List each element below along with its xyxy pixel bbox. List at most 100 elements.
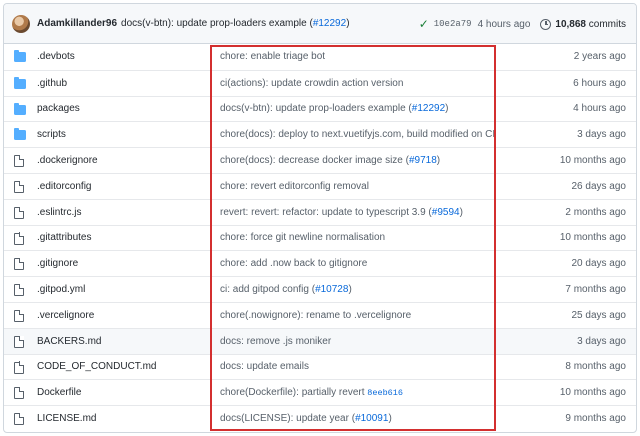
commit-count-link[interactable]: 10,868 commits: [555, 19, 626, 30]
file-commit-message: chore(docs): deploy to next.vuetifyjs.co…: [220, 129, 495, 140]
file-commit-message-link[interactable]: docs: remove .js moniker: [220, 336, 331, 347]
file-commit-message-suffix: ): [436, 155, 441, 167]
file-commit-message-link[interactable]: chore(docs): deploy to next.vuetifyjs.co…: [220, 129, 495, 140]
file-row[interactable]: .editorconfig chore: revert editorconfig …: [4, 172, 636, 199]
file-commit-time: 9 months ago: [565, 413, 626, 425]
file-commit-time: 8 months ago: [565, 361, 626, 373]
file-icon: [14, 206, 26, 219]
file-name-link[interactable]: CODE_OF_CONDUCT.md: [37, 361, 156, 372]
file-name-link[interactable]: Dockerfile: [37, 387, 81, 398]
file-icon: [14, 412, 26, 426]
history-icon[interactable]: [540, 18, 552, 30]
file-name-link[interactable]: LICENSE.md: [37, 413, 96, 424]
file-name-link[interactable]: scripts: [37, 129, 66, 140]
commits-label: commits: [588, 18, 626, 30]
file-name-link[interactable]: .vercelignore: [37, 310, 94, 321]
file-commit-message: docs: remove .js moniker: [220, 336, 331, 347]
file-commit-time: 2 months ago: [565, 206, 626, 218]
file-row[interactable]: .dockerignore chore(docs): decrease docke…: [4, 147, 636, 173]
file-icon: [14, 154, 26, 168]
commit-message-link[interactable]: docs(v-btn): update prop-loaders example…: [121, 18, 313, 29]
file-commit-message-link[interactable]: chore(Dockerfile): partially revert: [220, 387, 367, 398]
file-commit-message-link[interactable]: chore: revert editorconfig removal: [220, 181, 369, 192]
commit-pr-link[interactable]: #12292: [313, 18, 346, 29]
file-commit-message: chore(.nowignore): rename to .verceligno…: [220, 310, 411, 321]
file-icon: [14, 309, 26, 322]
folder-icon: [14, 50, 26, 63]
file-commit-message-suffix: ): [459, 206, 463, 218]
file-row[interactable]: packages docs(v-btn): update prop-loaders…: [4, 95, 636, 122]
file-pr-link[interactable]: #12292: [412, 103, 445, 114]
file-row[interactable]: .eslintrc.js revert: revert: refactor: up…: [4, 198, 636, 225]
file-name-link[interactable]: .devbots: [37, 51, 75, 62]
file-commit-time: 4 hours ago: [573, 103, 626, 115]
file-commit-message: docs: update emails: [220, 361, 309, 372]
file-name-link[interactable]: BACKERS.md: [37, 336, 101, 347]
folder-icon: [14, 128, 26, 141]
file-icon: [14, 335, 26, 348]
file-pr-link[interactable]: #10728: [315, 284, 348, 295]
file-commit-message: chore: enable triage bot: [220, 51, 325, 62]
file-name-link[interactable]: .dockerignore: [37, 155, 98, 166]
file-name-link[interactable]: .gitignore: [37, 258, 78, 269]
file-row[interactable]: LICENSE.md docs(LICENSE): update year (#1…: [4, 405, 636, 431]
file-commit-message-link[interactable]: chore(docs): decrease docker image size …: [220, 155, 409, 166]
commit-sha-link[interactable]: 10e2a79: [434, 19, 472, 29]
latest-commit-bar: Adamkillander96 docs(v-btn): update prop…: [4, 4, 636, 44]
file-sha-link[interactable]: 8eeb616: [367, 388, 403, 398]
file-row[interactable]: .gitpod.yml ci: add gitpod config (#10728…: [4, 276, 636, 302]
file-row[interactable]: .gitattributes chore: force git newline n…: [4, 224, 636, 251]
file-commit-message: chore: revert editorconfig removal: [220, 181, 369, 192]
file-name-link[interactable]: .editorconfig: [37, 181, 91, 192]
file-browser: Adamkillander96 docs(v-btn): update prop…: [3, 3, 637, 433]
file-row[interactable]: BACKERS.md docs: remove .js moniker 3 days…: [4, 327, 636, 354]
folder-icon: [14, 76, 26, 90]
check-icon[interactable]: ✓: [419, 17, 429, 31]
file-name-link[interactable]: .gitattributes: [37, 232, 91, 243]
commit-author-link[interactable]: Adamkillander96: [37, 18, 117, 29]
file-name-link[interactable]: packages: [37, 103, 80, 114]
file-pr-link[interactable]: #9718: [409, 155, 437, 166]
file-row[interactable]: scripts chore(docs): deploy to next.vueti…: [4, 121, 636, 147]
file-row[interactable]: .github ci(actions): update crowdin actio…: [4, 69, 636, 96]
commit-message-suffix: ): [346, 18, 350, 29]
file-commit-message-link[interactable]: docs(LICENSE): update year (: [220, 413, 355, 424]
author-avatar[interactable]: [12, 14, 30, 33]
file-row[interactable]: Dockerfile chore(Dockerfile): partially r…: [4, 379, 636, 405]
file-icon: [14, 232, 26, 245]
file-commit-message-link[interactable]: revert: revert: refactor: update to type…: [220, 207, 432, 218]
file-commit-message-link[interactable]: chore(.nowignore): rename to .verceligno…: [220, 310, 411, 321]
commit-time: 4 hours ago: [477, 18, 531, 30]
file-commit-message-link[interactable]: chore: force git newline normalisation: [220, 232, 385, 243]
file-commit-time: 10 months ago: [559, 387, 626, 399]
file-pr-link[interactable]: #9594: [432, 207, 460, 218]
file-commit-time: 2 years ago: [573, 51, 626, 63]
commit-count: 10,868: [555, 18, 586, 30]
file-commit-message-link[interactable]: chore: enable triage bot: [220, 51, 325, 62]
file-commit-message: docs(LICENSE): update year (#10091): [220, 413, 392, 424]
file-commit-message: docs(v-btn): update prop-loaders example…: [220, 103, 448, 114]
file-commit-message-suffix: ): [388, 413, 392, 425]
file-row[interactable]: .devbots chore: enable triage bot 2 years …: [4, 44, 636, 70]
file-pr-link[interactable]: #10091: [355, 413, 388, 424]
file-commit-message: ci: add gitpod config (#10728): [220, 284, 352, 295]
file-name-link[interactable]: .github: [37, 78, 67, 89]
file-commit-message-link[interactable]: docs: update emails: [220, 361, 309, 372]
file-commit-message-link[interactable]: ci: add gitpod config (: [220, 284, 315, 295]
file-commit-message: ci(actions): update crowdin action versi…: [220, 78, 403, 89]
file-row[interactable]: .vercelignore chore(.nowignore): rename t…: [4, 301, 636, 328]
file-commit-message: chore(docs): decrease docker image size …: [220, 155, 440, 166]
file-row[interactable]: .gitignore chore: add .now back to gitign…: [4, 250, 636, 276]
commit-message: docs(v-btn): update prop-loaders example…: [121, 18, 349, 29]
file-name-link[interactable]: .gitpod.yml: [37, 284, 85, 295]
file-commit-message-link[interactable]: ci(actions): update crowdin action versi…: [220, 78, 403, 89]
file-commit-message-link[interactable]: docs(v-btn): update prop-loaders example…: [220, 103, 412, 114]
file-commit-message-suffix: ): [445, 103, 449, 115]
file-icon: [14, 283, 26, 297]
file-name-link[interactable]: .eslintrc.js: [37, 207, 81, 218]
file-commit-time: 7 months ago: [565, 284, 626, 296]
file-commit-message: revert: revert: refactor: update to type…: [220, 207, 463, 218]
file-list: .devbots chore: enable triage bot 2 years …: [4, 44, 636, 431]
file-row[interactable]: CODE_OF_CONDUCT.md docs: update emails 8 m…: [4, 353, 636, 380]
file-commit-message-link[interactable]: chore: add .now back to gitignore: [220, 258, 367, 269]
